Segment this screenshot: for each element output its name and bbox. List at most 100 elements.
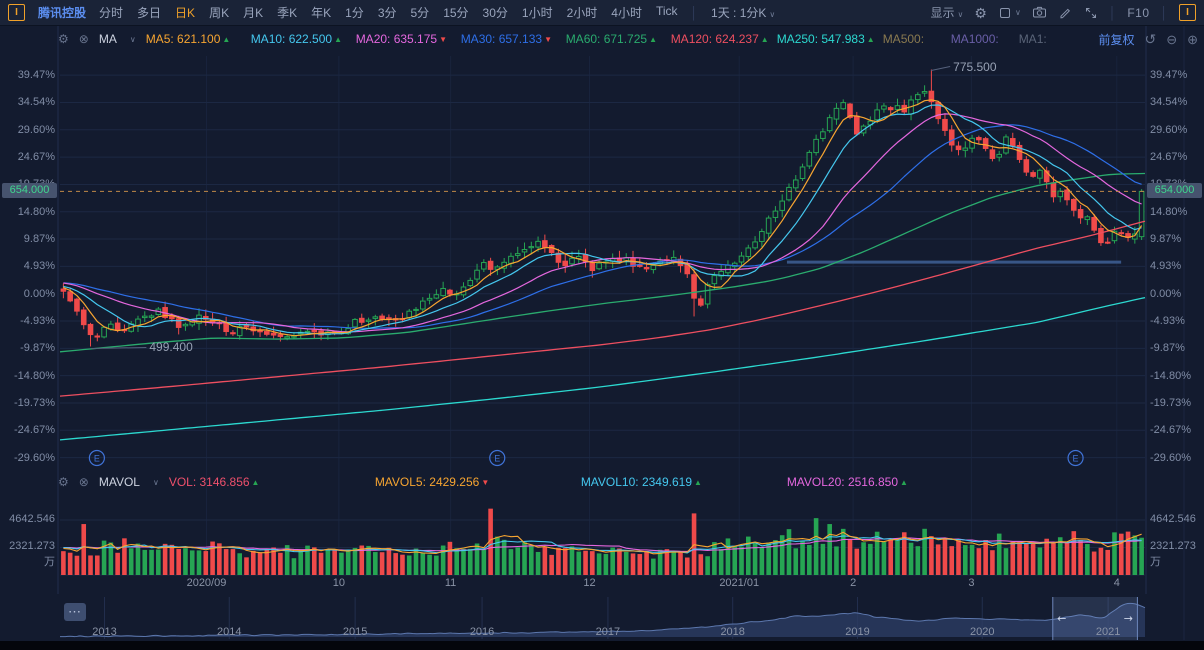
low-price-annotation: 499.400 [149, 340, 192, 354]
indicator-label: MAVOL10: 2349.619 [581, 475, 692, 489]
display-dropdown[interactable]: 显示∨ [931, 4, 964, 21]
timeframe-Tick[interactable]: Tick [656, 4, 678, 21]
zoom-out-icon[interactable]: ⊖ [1166, 33, 1177, 46]
y-axis-label: -29.60% [0, 451, 55, 465]
volume-axis-unit: 万 [1150, 553, 1161, 569]
timeframe-月K[interactable]: 月K [243, 4, 263, 21]
down-arrow-icon: ▼ [439, 35, 447, 44]
indicator-settings-gear-icon[interactable]: ⚙ [58, 33, 69, 45]
mavol-indicator-title[interactable]: MAVOL [99, 475, 140, 489]
navigator-year-label: 2015 [320, 626, 390, 638]
up-arrow-icon: ▲ [222, 35, 230, 44]
y-axis-label: -24.67% [0, 423, 55, 437]
indicator-close-icon[interactable]: ⊗ [79, 33, 89, 45]
timeframe-list: 分时多日日K 周K 月K 季K 年K 1分 3分 5分 15分 30分 1小时 2小时 4小时 Tick [99, 4, 678, 21]
zoom-in-icon[interactable]: ⊕ [1187, 33, 1198, 46]
up-arrow-icon: ▲ [900, 478, 908, 487]
navigator-more-button[interactable]: ⋯ [64, 603, 86, 621]
indicator-label-dim: MA1: [1019, 32, 1079, 46]
indicator-label: MA20: 635.175 [356, 32, 437, 46]
indicator-value-MAVOL5: MAVOL5: 2429.256▼ [375, 475, 573, 489]
selection-left-handle-icon[interactable]: ← [1057, 612, 1066, 625]
indicator-label: VOL: 3146.856 [169, 475, 250, 489]
symbol-name[interactable]: 腾讯控股 [38, 4, 86, 21]
svg-text:E: E [1073, 454, 1079, 464]
navigator-year-label: 2019 [822, 626, 892, 638]
timeframe-2小时[interactable]: 2小时 [567, 4, 598, 21]
period-dropdown[interactable]: 1天 : 1分K∨ [711, 4, 775, 21]
timeframe-1分[interactable]: 1分 [345, 4, 364, 21]
navigator-year-label: 2016 [447, 626, 517, 638]
y-axis-label: 4.93% [1150, 259, 1204, 273]
indicator-label-dim: MA500: [883, 32, 943, 46]
timeframe-年K[interactable]: 年K [311, 4, 331, 21]
date-axis-label: 10 [304, 577, 374, 589]
volume-axis-label: 2321.273 [0, 540, 55, 552]
timeframe-4小时[interactable]: 4小时 [611, 4, 642, 21]
selection-right-handle-icon[interactable]: → [1124, 612, 1133, 625]
bottom-strip [0, 641, 1204, 650]
up-arrow-icon: ▲ [252, 478, 260, 487]
volume-axis-label: 4642.546 [0, 513, 55, 525]
current-price-tag: 654.000 [2, 183, 57, 198]
screenshot-camera-icon[interactable] [1032, 5, 1047, 20]
timeframe-1小时[interactable]: 1小时 [522, 4, 553, 21]
timeframe-日K[interactable]: 日K [175, 4, 195, 21]
indicator-value-MA20: MA20: 635.175▼ [356, 32, 453, 46]
up-arrow-icon: ▲ [867, 35, 875, 44]
layout-grid-dropdown[interactable]: ∨ [998, 6, 1021, 20]
top-toolbar: I 腾讯控股 分时多日日K 周K 月K 季K 年K 1分 3分 5分 15分 30分 1小时 2小时 4… [0, 0, 1204, 26]
indicator-label: MA30: 657.133 [461, 32, 542, 46]
indicator-value-MA10: MA10: 622.500▲ [251, 32, 348, 46]
y-axis-label: 24.67% [0, 150, 55, 164]
forward-adjust-link[interactable]: 前复权 [1098, 31, 1134, 48]
volume-indicator-row: ⚙ ⊗ MAVOL ∨ VOL: 3146.856▲MAVOL5: 2429.2… [58, 474, 1198, 490]
indicator-value-MA250: MA250: 547.983▲ [777, 32, 875, 46]
indicator-label: MA120: 624.237 [671, 32, 759, 46]
navigator-year-label: 2014 [194, 626, 264, 638]
gear-icon[interactable]: ⚙ [974, 6, 987, 20]
indicator-value-MAVOL20: MAVOL20: 2516.850▲ [787, 475, 985, 489]
timeframe-15分[interactable]: 15分 [443, 4, 468, 21]
y-axis-label: 39.47% [0, 68, 55, 82]
ma-indicator-title[interactable]: MA [99, 32, 117, 46]
timeframe-周K[interactable]: 周K [209, 4, 229, 21]
y-axis-label: 14.80% [1150, 205, 1204, 219]
timeframe-多日[interactable]: 多日 [137, 4, 161, 21]
y-axis-label: -9.87% [0, 341, 55, 355]
left-logo-icon[interactable]: I [8, 4, 25, 21]
timeframe-3分[interactable]: 3分 [378, 4, 397, 21]
mavol-values: VOL: 3146.856▲MAVOL5: 2429.256▼MAVOL10: … [169, 475, 985, 489]
y-axis-label: 29.60% [1150, 123, 1204, 137]
volume-axis-unit: 万 [0, 553, 55, 569]
draw-pencil-icon[interactable] [1058, 5, 1073, 20]
indicator-label: MAVOL5: 2429.256 [375, 475, 480, 489]
f10-button[interactable]: F10 [1127, 6, 1149, 20]
timeframe-分时[interactable]: 分时 [99, 4, 123, 21]
indicator-value-MAVOL10: MAVOL10: 2349.619▲ [581, 475, 779, 489]
y-axis-label: -9.87% [1150, 341, 1204, 355]
indicator-label: MA5: 621.100 [146, 32, 221, 46]
y-axis-label: -14.80% [1150, 369, 1204, 383]
fullscreen-expand-icon[interactable] [1084, 6, 1098, 20]
timeframe-5分[interactable]: 5分 [411, 4, 430, 21]
date-axis-label: 4 [1082, 577, 1152, 589]
timeframe-季K[interactable]: 季K [277, 4, 297, 21]
indicator-settings-gear-icon[interactable]: ⚙ [58, 476, 69, 488]
y-axis-label: -19.73% [1150, 396, 1204, 410]
chevron-down-icon: ∨ [958, 10, 964, 19]
ma-row-right-group: 前复权 ↺ ⊖ ⊕ [1098, 31, 1198, 48]
chart-canvas[interactable]: ←→EEE [0, 0, 1204, 650]
y-axis-label: 9.87% [0, 232, 55, 246]
indicator-value-MA30: MA30: 657.133▼ [461, 32, 558, 46]
indicator-close-icon[interactable]: ⊗ [79, 476, 89, 488]
chevron-down-icon: ∨ [130, 35, 136, 44]
volume-axis-label: 2321.273 [1150, 540, 1196, 552]
toolbar-divider: │ [1109, 6, 1117, 20]
undo-icon[interactable]: ↺ [1144, 32, 1156, 46]
right-logo-icon[interactable]: I [1179, 4, 1196, 21]
up-arrow-icon: ▲ [649, 35, 657, 44]
date-axis-label: 2 [818, 577, 888, 589]
timeframe-30分[interactable]: 30分 [483, 4, 508, 21]
down-arrow-icon: ▼ [544, 35, 552, 44]
